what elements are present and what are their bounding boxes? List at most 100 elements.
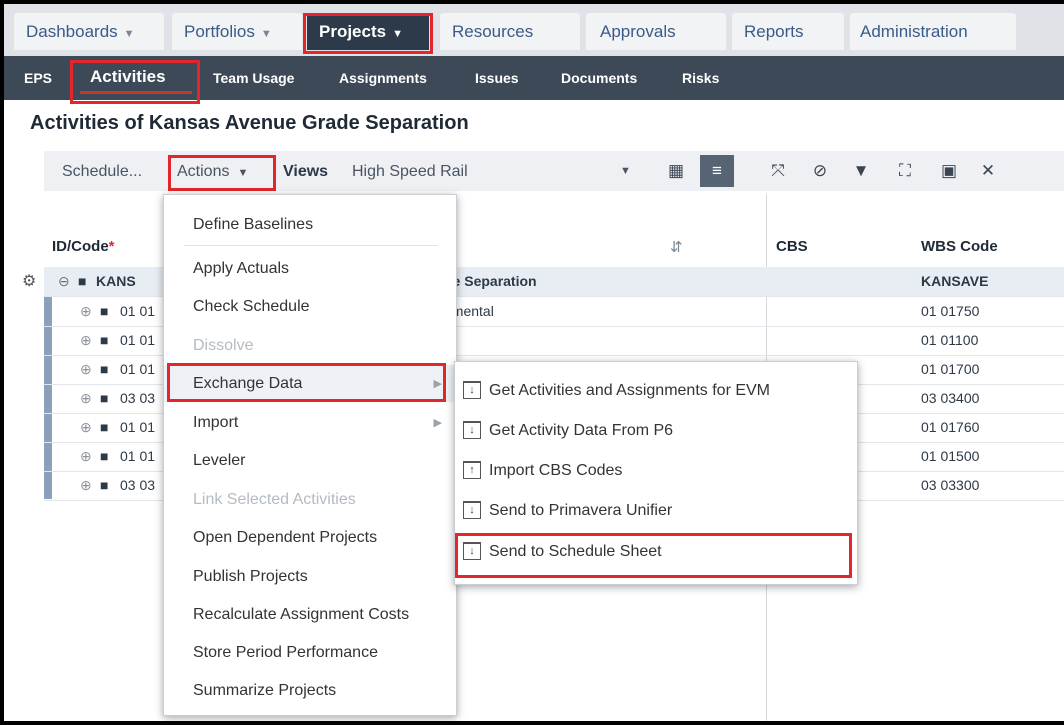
activity-icon: ■ (100, 303, 109, 319)
submenu-item-label: Send to Schedule Sheet (489, 543, 662, 560)
row-id: KANS (96, 273, 136, 289)
menu-item-define-baselines[interactable]: Define Baselines (193, 216, 313, 234)
column-label: ID/Code (52, 238, 109, 255)
expand-icon[interactable]: ⊕ (80, 332, 92, 349)
row-wbs: 03 03300 (921, 477, 980, 493)
row-wbs: 03 03400 (921, 390, 980, 406)
chevron-down-icon: ▼ (392, 28, 403, 40)
subnav-activities[interactable]: Activities (90, 67, 166, 87)
column-header-cbs[interactable]: CBS (776, 238, 808, 255)
chevron-down-icon: ▼ (237, 167, 249, 179)
activity-icon: ■ (100, 477, 109, 493)
activity-icon: ■ (100, 448, 109, 464)
chevron-right-icon: ▶ (433, 417, 442, 429)
menu-item-check-schedule[interactable]: Check Schedule (193, 298, 310, 316)
chevron-down-icon: ▼ (123, 28, 135, 40)
menu-item-link-selected-activities: Link Selected Activities (193, 491, 356, 508)
table-icon[interactable]: ▦ (664, 160, 688, 182)
menu-item-label: Import (193, 414, 239, 431)
exchange-data-submenu: ↓ Get Activities and Assignments for EVM … (454, 361, 858, 585)
subnav-documents[interactable]: Documents (561, 70, 637, 86)
tab-resources[interactable]: Resources (440, 13, 580, 50)
menu-item-recalculate-assignment-costs[interactable]: Recalculate Assignment Costs (193, 606, 409, 624)
top-nav: Dashboards ▼ Portfolios ▼ Projects ▼ Resour… (4, 4, 1064, 56)
activity-icon: ■ (100, 361, 109, 377)
activity-icon: ■ (100, 332, 109, 348)
row-id: 01 01 (120, 448, 156, 464)
menu-item-import[interactable]: Import ▶ (164, 403, 456, 439)
gantt-icon[interactable]: ≡ (700, 155, 734, 187)
view-select[interactable]: High Speed Rail (352, 163, 468, 181)
actions-label: Actions (177, 163, 230, 180)
menu-item-dissolve: Dissolve (193, 337, 254, 354)
expand-icon[interactable]: ⊕ (80, 477, 92, 494)
folder-icon: ■ (78, 273, 87, 289)
column-header-id[interactable]: ID/Code* (52, 238, 115, 255)
download-icon: ↓ (463, 381, 481, 399)
page-title: Activities of Kansas Avenue Grade Separa… (30, 112, 469, 134)
menu-item-exchange-data[interactable]: Exchange Data ▶ (164, 365, 456, 402)
fit-screen-icon[interactable]: ⛶ (893, 160, 917, 182)
subnav-risks[interactable]: Risks (682, 70, 719, 86)
app-window: Dashboards ▼ Portfolios ▼ Projects ▼ Resour… (4, 4, 1064, 721)
submenu-item-label: Get Activity Data From P6 (489, 422, 674, 439)
tab-dashboards[interactable]: Dashboards ▼ (14, 13, 164, 50)
expand-icon[interactable]: ⊕ (80, 419, 92, 436)
tab-portfolios[interactable]: Portfolios ▼ (172, 13, 302, 50)
tab-reports[interactable]: Reports (732, 13, 844, 50)
subnav-issues[interactable]: Issues (475, 70, 519, 86)
row-wbs: 01 01500 (921, 448, 980, 464)
row-id: 03 03 (120, 390, 156, 406)
menu-item-store-period-performance[interactable]: Store Period Performance (193, 644, 378, 662)
row-wbs: 01 01760 (921, 419, 980, 435)
menu-item-leveler[interactable]: Leveler (193, 452, 245, 470)
subnav-team-usage[interactable]: Team Usage (213, 70, 294, 86)
actions-menu: Define Baselines Apply Actuals Check Sch… (163, 194, 457, 716)
subnav-eps[interactable]: EPS (24, 70, 52, 86)
menu-item-summarize-projects[interactable]: Summarize Projects (193, 682, 336, 700)
sub-nav: EPS Activities Team Usage Assignments Is… (4, 56, 1064, 100)
submenu-item-send-to-unifier[interactable]: ↓ Send to Primavera Unifier (463, 501, 672, 520)
expand-icon[interactable]: ⊕ (80, 390, 92, 407)
chevron-down-icon[interactable]: ▼ (620, 165, 631, 177)
row-id: 01 01 (120, 303, 156, 319)
expand-icon[interactable]: ⊕ (80, 303, 92, 320)
subnav-assignments[interactable]: Assignments (339, 70, 427, 86)
submenu-item-import-cbs-codes[interactable]: ↑ Import CBS Codes (463, 461, 623, 480)
menu-item-open-dependent-projects[interactable]: Open Dependent Projects (193, 529, 377, 547)
expand-icon[interactable]: ⊕ (80, 448, 92, 465)
submenu-item-get-activity-data-p6[interactable]: ↓ Get Activity Data From P6 (463, 421, 674, 440)
filter-off-icon[interactable]: ⊘ (808, 160, 832, 182)
menu-item-publish-projects[interactable]: Publish Projects (193, 568, 308, 586)
submenu-item-send-to-schedule-sheet[interactable]: ↓ Send to Schedule Sheet (463, 542, 662, 561)
toolbar: Schedule... Actions ▼ Views High Speed Ra… (44, 151, 1064, 191)
tab-projects[interactable]: Projects ▼ (307, 13, 429, 50)
row-wbs: 01 01100 (921, 332, 979, 348)
actions-button[interactable]: Actions ▼ (177, 163, 248, 181)
required-mark: * (108, 238, 115, 255)
collapse-icon[interactable]: ⊖ (58, 273, 70, 290)
upload-icon: ↑ (463, 461, 481, 479)
tab-approvals[interactable]: Approvals (586, 13, 726, 50)
network-icon[interactable]: ⤧ (766, 160, 790, 182)
row-wbs: KANSAVE (921, 273, 989, 289)
row-wbs: 01 01750 (921, 303, 980, 319)
submenu-item-label: Import CBS Codes (489, 462, 623, 479)
expand-icon[interactable]: ⊕ (80, 361, 92, 378)
schedule-button[interactable]: Schedule... (62, 163, 142, 181)
export-icon[interactable]: ▣ (937, 160, 961, 182)
activity-icon: ■ (100, 390, 109, 406)
menu-item-label: Exchange Data (193, 375, 303, 392)
download-icon: ↓ (463, 421, 481, 439)
submenu-item-label: Get Activities and Assignments for EVM (489, 382, 771, 399)
gear-icon[interactable]: ⚙ (22, 271, 36, 291)
tools-icon[interactable]: ✕ (976, 160, 1000, 182)
filter-icon[interactable]: ▼ (849, 160, 873, 182)
column-header-wbs[interactable]: WBS Code (921, 238, 998, 255)
tab-administration[interactable]: Administration (850, 13, 1016, 50)
submenu-item-get-activities-evm[interactable]: ↓ Get Activities and Assignments for EVM (463, 381, 771, 400)
menu-item-apply-actuals[interactable]: Apply Actuals (193, 260, 289, 278)
sort-icon[interactable]: ⇵ (670, 238, 683, 256)
views-label: Views (283, 163, 329, 180)
download-icon: ↓ (463, 542, 481, 560)
